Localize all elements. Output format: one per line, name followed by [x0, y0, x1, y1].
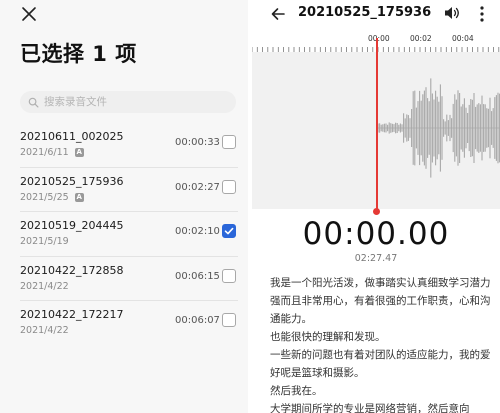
- playhead-handle[interactable]: [373, 208, 380, 215]
- recording-date: 2021/5/25: [20, 191, 69, 203]
- tag-icon: A: [74, 148, 84, 157]
- select-panel: 已选择 1 项 20210611_002025 2021/6/11 A 00:00:3…: [0, 0, 248, 413]
- select-checkbox[interactable]: [222, 313, 236, 327]
- recording-date: 2021/4/22: [20, 280, 69, 292]
- ruler-label: 00:02: [410, 34, 432, 43]
- select-checkbox[interactable]: [222, 268, 236, 283]
- transcript-line: 一些新的问题也有着对团队的适应能力，我的爱好呢是篮球和摄影。: [270, 349, 491, 379]
- recording-item[interactable]: 20210611_002025 2021/6/11 A 00:00:33: [0, 123, 248, 168]
- search-bar[interactable]: [20, 91, 236, 113]
- recording-duration: 00:02:27: [175, 181, 220, 193]
- total-duration: 02:27.47: [354, 253, 398, 264]
- select-checkbox[interactable]: [222, 135, 236, 149]
- recording-title: 20210525_175936: [298, 5, 432, 20]
- ruler-label: 00:00: [368, 34, 390, 43]
- recording-name: 20210422_172858: [20, 263, 124, 277]
- search-icon: [28, 97, 39, 107]
- checkmark-icon: [224, 227, 234, 235]
- current-time: 00:00.00: [302, 216, 450, 252]
- volume-button[interactable]: [444, 6, 460, 20]
- recording-item[interactable]: 20210525_175936 2021/5/25 A 00:02:27: [0, 168, 248, 212]
- recording-name: 20210422_172217: [20, 308, 124, 321]
- selection-title: 已选择 1 项: [20, 42, 137, 66]
- player-panel: 20210525_175936 00:00 00:02 00:04 00:00.…: [251, 0, 500, 413]
- recording-name: 20210611_002025: [20, 130, 124, 143]
- back-button[interactable]: [269, 5, 287, 23]
- recording-date-row: 2021/6/11 A: [20, 147, 84, 158]
- more-vertical-icon: [480, 6, 484, 22]
- search-input[interactable]: [44, 96, 224, 108]
- playhead[interactable]: [376, 38, 378, 211]
- transcript-line: 我是一个阳光活泼，做事踏实认真细致学习潜力强而且非常用心，有着很强的工作职责，心…: [270, 277, 491, 325]
- tag-icon: A: [74, 192, 84, 202]
- select-checkbox[interactable]: [222, 179, 236, 194]
- recording-name: 20210525_175936: [20, 174, 124, 188]
- transcript-line: 也能很快的理解和发现。: [270, 331, 386, 343]
- recording-date-row: 2021/4/22: [20, 281, 69, 292]
- recording-date: 2021/6/11: [20, 147, 69, 158]
- recording-name: 20210519_204445: [20, 219, 124, 232]
- more-button[interactable]: [479, 5, 485, 23]
- close-button[interactable]: [20, 5, 38, 23]
- recording-date-row: 2021/5/25 A: [20, 192, 84, 203]
- recording-date-row: 2021/5/19: [20, 236, 69, 247]
- transcript-line: 大学期间所学的专业是网络营销，然后意向: [270, 403, 470, 413]
- recording-item[interactable]: 20210422_172217 2021/4/22 00:06:07: [0, 301, 248, 346]
- recording-duration: 00:00:33: [175, 137, 220, 148]
- close-icon: [22, 7, 36, 21]
- recording-duration: 00:06:07: [175, 315, 220, 326]
- recording-item[interactable]: 20210519_204445 2021/5/19 00:02:10: [0, 212, 248, 257]
- transcript-text: 我是一个阳光活泼，做事踏实认真细致学习潜力强而且非常用心，有着很强的工作职责，心…: [270, 274, 492, 413]
- speaker-icon: [445, 7, 459, 19]
- recording-duration: 00:02:10: [175, 226, 220, 237]
- select-checkbox[interactable]: [222, 224, 236, 238]
- recording-date: 2021/4/22: [20, 325, 69, 336]
- recordings-list: 20210611_002025 2021/6/11 A 00:00:33 2021052…: [0, 123, 248, 346]
- arrow-left-icon: [271, 8, 285, 20]
- recording-date-row: 2021/4/22: [20, 325, 69, 336]
- recording-date: 2021/5/19: [20, 236, 69, 247]
- transcript-line: 然后我在。: [270, 385, 323, 397]
- recording-item[interactable]: 20210422_172858 2021/4/22 00:06:15: [0, 257, 248, 301]
- recording-duration: 00:06:15: [175, 270, 220, 282]
- ruler-label: 00:04: [452, 34, 474, 43]
